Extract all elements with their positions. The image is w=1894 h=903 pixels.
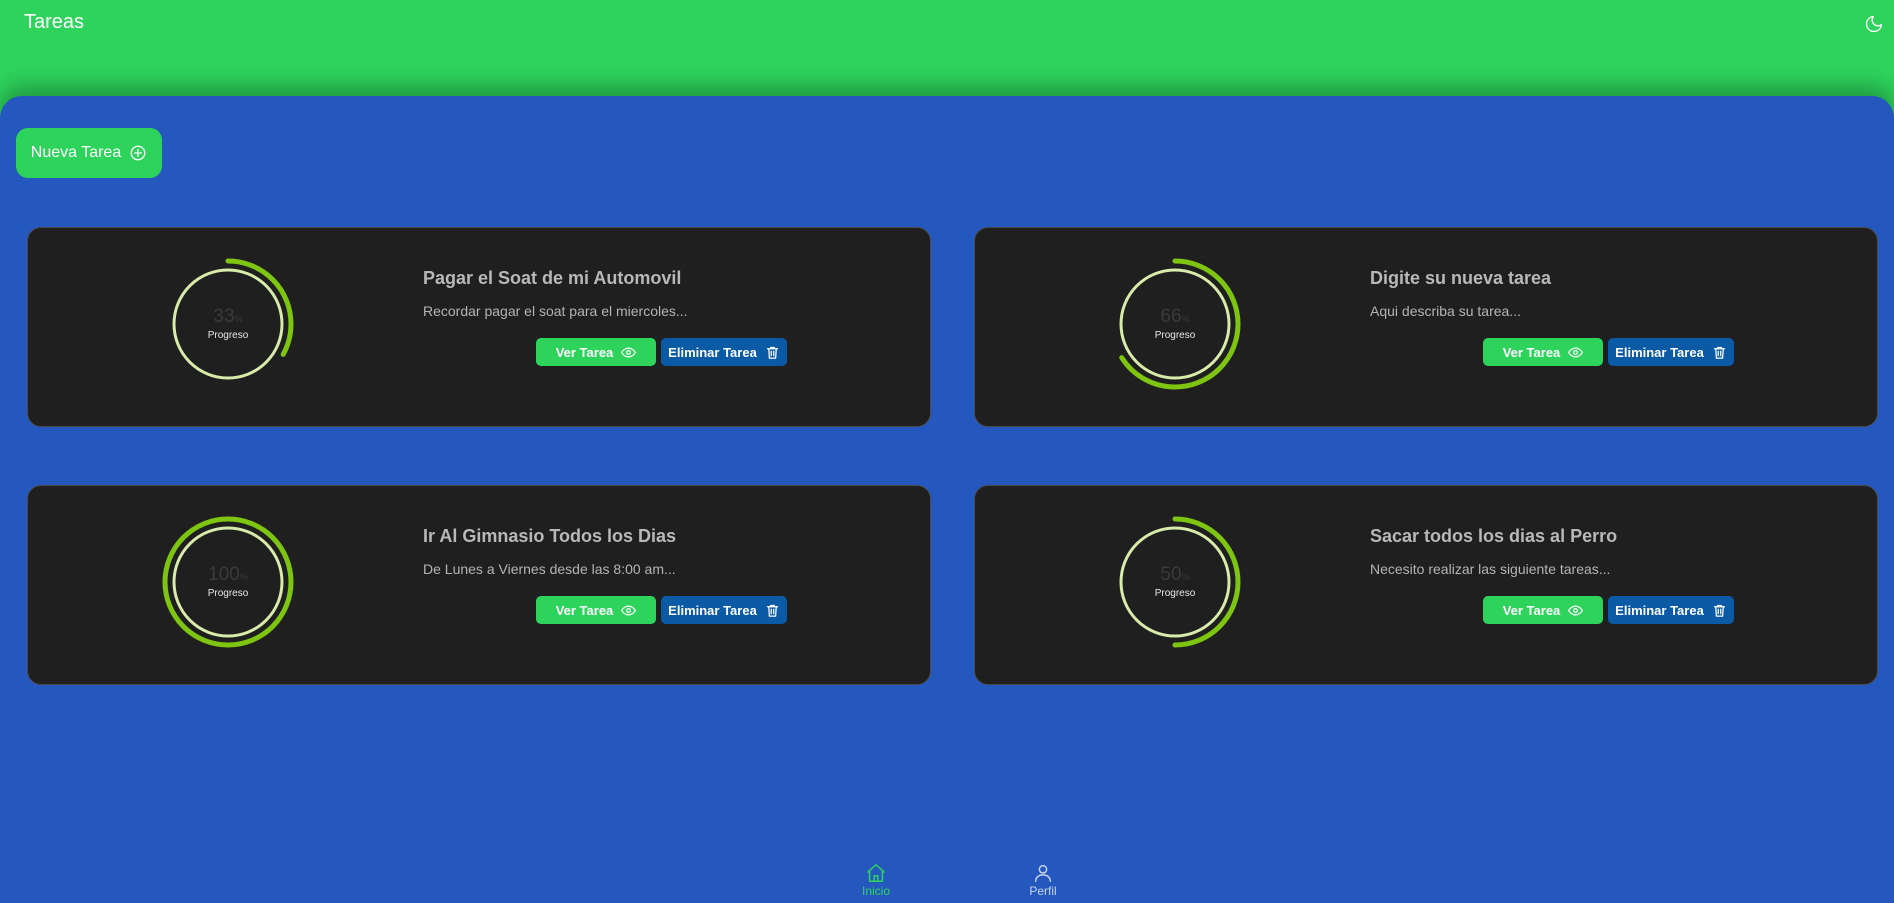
nav-label: Perfil <box>1029 884 1057 898</box>
bottom-nav: Inicio Perfil <box>0 862 1894 903</box>
delete-task-label: Eliminar Tarea <box>1615 602 1704 618</box>
task-title: Digite su nueva tarea <box>1370 268 1552 288</box>
progress-ring: 66% Progreso <box>1105 254 1245 394</box>
view-task-label: Ver Tarea <box>1502 344 1561 360</box>
task-description: Necesito realizar las siguiente tareas..… <box>1370 561 1611 577</box>
delete-task-button[interactable]: Eliminar Tarea <box>661 596 787 624</box>
task-title: Pagar el Soat de mi Automovil <box>423 268 682 288</box>
home-icon <box>865 862 887 884</box>
user-icon <box>1032 862 1054 884</box>
progress-label: Progreso <box>207 588 249 599</box>
task-board: Nueva Tarea 33% Progreso Pagar el Soat d… <box>0 96 1894 903</box>
trash-icon <box>1712 345 1727 360</box>
plus-circle-icon <box>129 144 147 162</box>
task-card: 50% Progreso Sacar todos los dias al Per… <box>974 485 1878 685</box>
progress-ring: 33% Progreso <box>158 254 298 394</box>
nav-item-perfil[interactable]: Perfil <box>1013 862 1073 898</box>
task-title: Sacar todos los dias al Perro <box>1370 526 1618 546</box>
trash-icon <box>1712 603 1727 618</box>
nav-label: Inicio <box>861 884 890 898</box>
eye-icon <box>621 345 637 360</box>
view-task-button[interactable]: Ver Tarea <box>1483 596 1603 624</box>
eye-icon <box>1568 345 1584 360</box>
delete-task-button[interactable]: Eliminar Tarea <box>1608 338 1734 366</box>
view-task-label: Ver Tarea <box>1502 602 1561 618</box>
trash-icon <box>765 345 780 360</box>
task-description: De Lunes a Viernes desde las 8:00 am... <box>423 561 676 577</box>
nav-item-inicio[interactable]: Inicio <box>846 862 906 898</box>
delete-task-label: Eliminar Tarea <box>1615 344 1704 360</box>
trash-icon <box>765 603 780 618</box>
task-description: Recordar pagar el soat para el miercoles… <box>423 303 688 319</box>
view-task-label: Ver Tarea <box>555 602 614 618</box>
task-card: 33% Progreso Pagar el Soat de mi Automov… <box>27 227 931 427</box>
moon-icon[interactable] <box>1864 14 1884 34</box>
task-card: 66% Progreso Digite su nueva tarea Aqui … <box>974 227 1878 427</box>
delete-task-label: Eliminar Tarea <box>668 602 757 618</box>
task-title: Ir Al Gimnasio Todos los Dias <box>423 526 677 546</box>
progress-ring: 50% Progreso <box>1105 512 1245 652</box>
progress-label: Progreso <box>1154 330 1196 341</box>
progress-value: 100% <box>208 564 248 585</box>
eye-icon <box>1568 603 1584 618</box>
progress-label: Progreso <box>207 330 249 341</box>
delete-task-label: Eliminar Tarea <box>668 344 757 360</box>
progress-value: 66% <box>1160 306 1190 327</box>
app-title: Tareas <box>24 11 85 33</box>
task-description: Aqui describa su tarea... <box>1370 303 1521 319</box>
new-task-button[interactable]: Nueva Tarea <box>16 128 162 178</box>
eye-icon <box>621 603 637 618</box>
new-task-label: Nueva Tarea <box>30 144 122 161</box>
progress-ring: 100% Progreso <box>158 512 298 652</box>
progress-label: Progreso <box>1154 588 1196 599</box>
delete-task-button[interactable]: Eliminar Tarea <box>661 338 787 366</box>
view-task-label: Ver Tarea <box>555 344 614 360</box>
progress-value: 33% <box>213 306 243 327</box>
view-task-button[interactable]: Ver Tarea <box>536 596 656 624</box>
task-card: 100% Progreso Ir Al Gimnasio Todos los D… <box>27 485 931 685</box>
delete-task-button[interactable]: Eliminar Tarea <box>1608 596 1734 624</box>
view-task-button[interactable]: Ver Tarea <box>1483 338 1603 366</box>
view-task-button[interactable]: Ver Tarea <box>536 338 656 366</box>
progress-value: 50% <box>1160 564 1190 585</box>
